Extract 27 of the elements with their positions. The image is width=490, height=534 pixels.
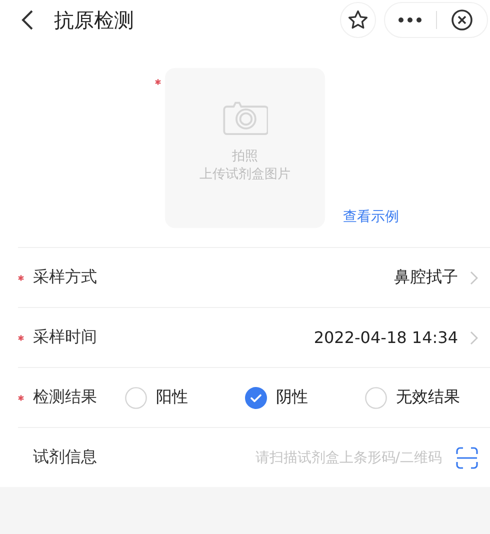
radio-icon	[125, 386, 147, 408]
radio-option[interactable]: 阳性	[125, 386, 245, 408]
upload-caption: 拍照 上传试剂盒图片	[200, 148, 290, 184]
scan-icon[interactable]	[456, 446, 478, 468]
checked-radio-icon	[245, 386, 267, 408]
camera-icon	[222, 100, 268, 136]
field-label: 采样时间	[33, 327, 98, 348]
field-label: 检测结果	[33, 387, 98, 408]
select-field[interactable]: 鼻腔拭子	[121, 267, 478, 288]
chevron-right-icon	[470, 270, 478, 284]
field-value: 鼻腔拭子	[394, 267, 458, 288]
close-icon	[450, 9, 473, 31]
field-label: 试剂信息	[33, 447, 98, 468]
view-example-link[interactable]: 查看示例	[343, 208, 399, 226]
star-icon	[347, 9, 369, 31]
radio-option[interactable]: 阴性	[245, 386, 365, 408]
chevron-right-icon	[470, 330, 478, 344]
page-title: 抗原检测	[54, 6, 135, 34]
back-icon[interactable]	[20, 9, 34, 31]
radio-option[interactable]: 无效结果	[365, 386, 475, 408]
favorite-button[interactable]	[340, 2, 376, 38]
more-icon	[398, 17, 422, 23]
radio-icon	[365, 386, 387, 408]
barcode-input-field[interactable]: 请扫描试剂盒上条形码/二维码	[121, 448, 444, 466]
field-label: 采样方式	[33, 267, 98, 288]
select-field[interactable]: 2022-04-18 14:34	[121, 328, 478, 347]
field-value: 2022-04-18 14:34	[314, 328, 458, 347]
